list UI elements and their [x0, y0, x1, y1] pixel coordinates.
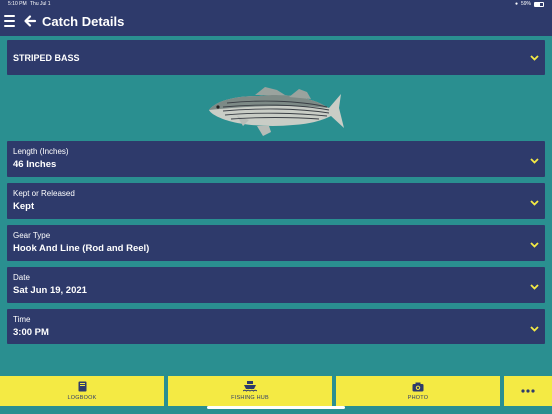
- chevron-down-icon: [530, 200, 539, 206]
- field-label: Date: [13, 273, 30, 282]
- home-indicator: [207, 406, 345, 409]
- field-label: Length (Inches): [13, 147, 69, 156]
- tab-fishing-hub[interactable]: FISHING HUB: [168, 376, 332, 406]
- tab-label: FISHING HUB: [231, 395, 269, 401]
- status-date: Thu Jul 1: [30, 1, 51, 7]
- kept-released-field[interactable]: Kept or Released Kept: [7, 183, 545, 219]
- back-arrow-icon[interactable]: [23, 14, 37, 28]
- field-label: Gear Type: [13, 231, 51, 240]
- species-select[interactable]: STRIPED BASS: [7, 40, 545, 75]
- chevron-down-icon: [530, 158, 539, 164]
- battery-percent: 59%: [520, 1, 531, 7]
- tab-photo[interactable]: PHOTO: [336, 376, 500, 406]
- length-field[interactable]: Length (Inches) 46 Inches: [7, 141, 545, 177]
- camera-icon: [412, 382, 424, 391]
- more-icon: [521, 389, 535, 393]
- tab-label: PHOTO: [407, 394, 429, 401]
- gear-type-field[interactable]: Gear Type Hook And Line (Rod and Reel): [7, 225, 545, 261]
- tab-logbook[interactable]: LOGBOOK: [0, 376, 164, 406]
- field-label: Kept or Released: [13, 189, 75, 198]
- more-button[interactable]: [504, 376, 552, 406]
- chevron-down-icon: [530, 284, 539, 290]
- chevron-down-icon: [530, 55, 539, 61]
- nav-bar: Catch Details: [0, 8, 552, 36]
- time-field[interactable]: Time 3:00 PM: [7, 309, 545, 344]
- book-icon: [78, 381, 86, 392]
- wifi-icon: ●: [514, 1, 518, 7]
- field-value: Kept: [13, 201, 35, 212]
- field-label: Time: [13, 315, 31, 324]
- field-value: Sat Jun 19, 2021: [13, 285, 87, 296]
- page-title: Catch Details: [42, 14, 125, 29]
- tab-label: LOGBOOK: [67, 395, 97, 401]
- status-bar: 5:10 PM Thu Jul 1 ● 59%: [0, 0, 552, 8]
- status-time: 5:10 PM: [8, 1, 27, 7]
- striped-bass-image: [209, 87, 344, 136]
- hamburger-menu-icon[interactable]: [4, 15, 16, 27]
- field-value: 46 Inches: [13, 159, 57, 170]
- species-value: STRIPED BASS: [13, 53, 80, 63]
- battery-icon: [534, 1, 544, 7]
- field-value: Hook And Line (Rod and Reel): [13, 243, 150, 254]
- boat-icon: [243, 381, 257, 392]
- chevron-down-icon: [530, 242, 539, 248]
- field-value: 3:00 PM: [13, 327, 49, 338]
- chevron-down-icon: [530, 326, 539, 332]
- bottom-tab-bar: LOGBOOK FISHING HUB PHOTO: [0, 376, 552, 414]
- status-right: ● 59%: [515, 1, 544, 7]
- date-field[interactable]: Date Sat Jun 19, 2021: [7, 267, 545, 303]
